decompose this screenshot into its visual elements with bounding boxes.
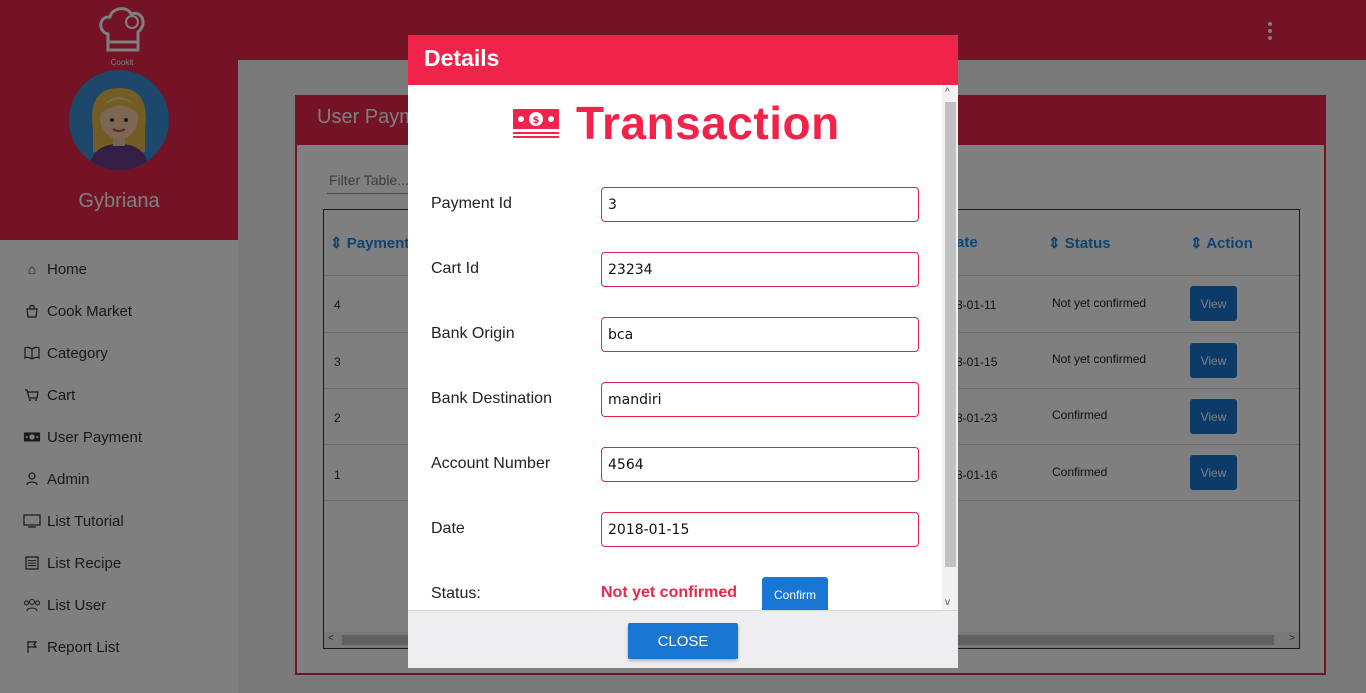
payment-id-label: Payment Id <box>431 195 512 212</box>
modal-footer: CLOSE <box>408 610 958 668</box>
transaction-heading: $ Transaction <box>512 93 840 153</box>
bank-origin-label: Bank Origin <box>431 325 515 342</box>
modal-body: $ Transaction Payment Id Cart Id Bank Or… <box>408 85 958 610</box>
vertical-scrollbar[interactable]: ^ v <box>942 85 958 610</box>
status-label: Status: <box>431 585 481 602</box>
modal-title: Details <box>408 35 958 85</box>
details-modal: Details $ Transaction Payment Id Cart <box>408 35 958 668</box>
close-button[interactable]: CLOSE <box>628 623 738 659</box>
svg-text:$: $ <box>533 115 540 126</box>
money-icon: $ <box>512 107 560 139</box>
scrollbar-thumb[interactable] <box>945 102 956 567</box>
scroll-down-icon[interactable]: v <box>945 597 950 608</box>
cart-id-label: Cart Id <box>431 260 480 277</box>
date-field[interactable] <box>601 512 919 547</box>
confirm-button[interactable]: Confirm <box>762 577 828 610</box>
bank-origin-field[interactable] <box>601 317 919 352</box>
status-row: Status: Not yet confirmed Confirm <box>431 577 921 610</box>
scroll-up-icon[interactable]: ^ <box>945 87 950 98</box>
cart-id-field[interactable] <box>601 252 919 287</box>
bank-destination-label: Bank Destination <box>431 390 552 407</box>
bank-origin-row: Bank Origin <box>431 317 921 353</box>
account-number-row: Account Number <box>431 447 921 483</box>
bank-destination-field[interactable] <box>601 382 919 417</box>
bank-destination-row: Bank Destination <box>431 382 921 418</box>
payment-id-field[interactable] <box>601 187 919 222</box>
transaction-title: Transaction <box>576 97 840 149</box>
account-number-field[interactable] <box>601 447 919 482</box>
date-row: Date <box>431 512 921 548</box>
cart-id-row: Cart Id <box>431 252 921 288</box>
payment-id-row: Payment Id <box>431 187 921 223</box>
account-number-label: Account Number <box>431 455 551 472</box>
date-label: Date <box>431 520 465 537</box>
status-value: Not yet confirmed <box>601 584 738 601</box>
